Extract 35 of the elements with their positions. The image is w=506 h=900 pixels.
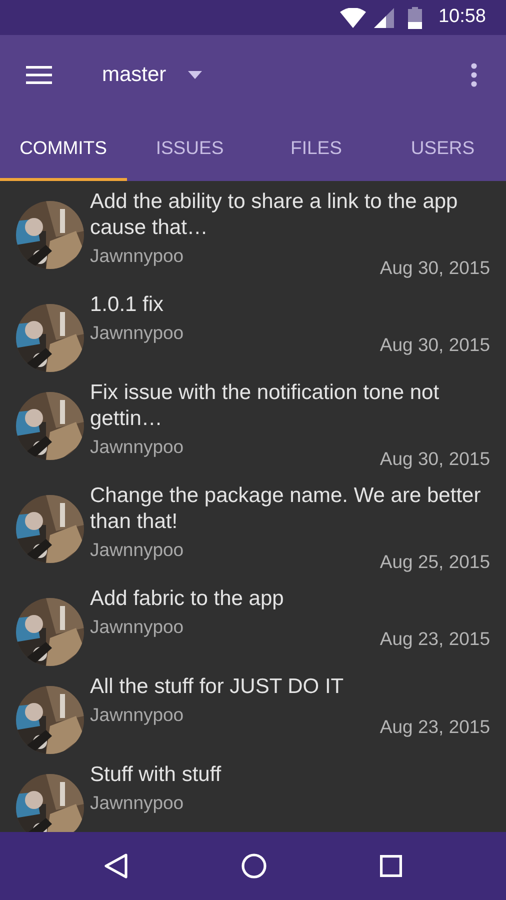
author-name: Jawnnypoo	[90, 615, 184, 639]
author-name: Jawnnypoo	[90, 538, 184, 562]
commit-date: Aug 25, 2015	[380, 550, 490, 574]
author-name: Jawnnypoo	[90, 244, 184, 268]
tab[interactable]: ISSUES	[126, 115, 253, 181]
branch-selector[interactable]: master	[102, 59, 166, 91]
clock-text: 10:58	[438, 5, 486, 30]
commit-date: Aug 30, 2015	[380, 333, 490, 357]
menu-icon[interactable]	[26, 66, 52, 84]
tab[interactable]: FILES	[253, 115, 380, 181]
commit-message: 1.0.1 fix	[90, 292, 165, 318]
tab[interactable]: COMMITS	[0, 115, 126, 181]
home-icon[interactable]	[240, 853, 267, 879]
tab[interactable]: USERS	[380, 115, 506, 181]
commit-date: Aug 30, 2015	[380, 447, 490, 471]
back-icon[interactable]	[104, 853, 128, 879]
wifi-icon	[340, 8, 366, 28]
recents-icon[interactable]	[380, 855, 402, 877]
author-name: Jawnnypoo	[90, 321, 184, 345]
commit-date: Aug 23, 2015	[380, 715, 490, 739]
commit-message: Stuff with stuff	[90, 762, 222, 788]
more-options-icon[interactable]	[471, 63, 477, 87]
battery-icon	[408, 6, 422, 28]
commit-message: Add the ability to share a link to the app cause that…	[90, 189, 459, 241]
author-name: Jawnnypoo	[90, 435, 184, 459]
commit-date: Aug 30, 2015	[380, 256, 490, 280]
commit-message: All the stuff for JUST DO IT	[90, 674, 345, 700]
author-name: Jawnnypoo	[90, 791, 184, 815]
dropdown-caret-icon[interactable]	[188, 71, 202, 79]
commit-message: Fix issue with the notification tone not gettin…	[90, 380, 440, 432]
commit-date: Aug 23, 2015	[380, 627, 490, 651]
commit-message: Add fabric to the app	[90, 586, 285, 612]
commit-message: Change the package name. We are better than that!	[90, 483, 482, 535]
signal-icon	[374, 8, 394, 28]
author-name: Jawnnypoo	[90, 703, 184, 727]
